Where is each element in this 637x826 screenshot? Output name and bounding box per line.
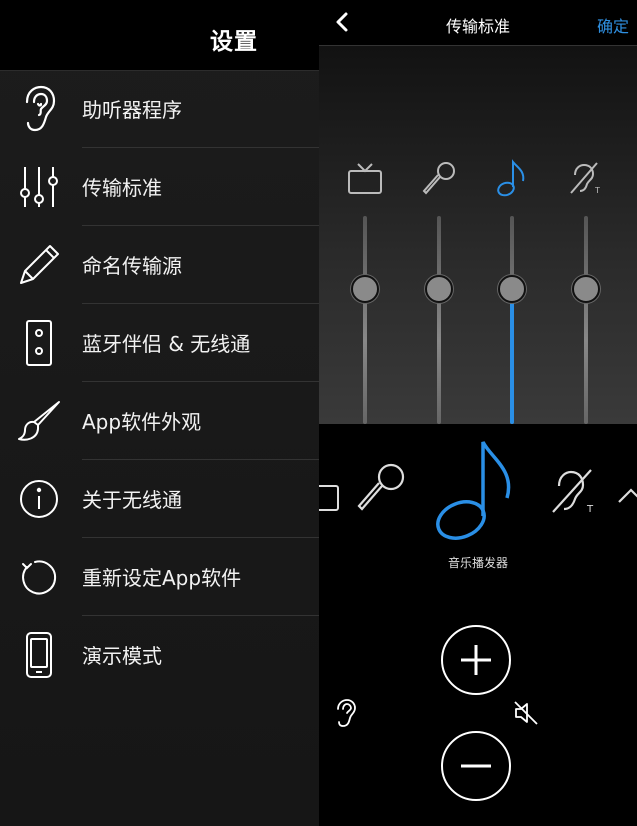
transmission-header: 传输标准 确定 bbox=[319, 0, 637, 46]
volume-down-button[interactable] bbox=[441, 731, 511, 801]
transmission-title: 传输标准 bbox=[445, 17, 510, 36]
ear-icon[interactable] bbox=[331, 698, 361, 728]
microphone-icon[interactable] bbox=[355, 462, 407, 514]
confirm-button[interactable]: 确定 bbox=[597, 13, 629, 37]
reset-icon bbox=[14, 550, 64, 604]
settings-title: 设置 bbox=[210, 29, 258, 55]
slider-track-hearing-loop bbox=[584, 216, 588, 424]
ear-icon bbox=[14, 82, 64, 136]
menu-item-label: 重新设定App软件 bbox=[82, 566, 242, 590]
hearing-loop-icon[interactable]: T bbox=[566, 158, 606, 198]
plus-icon bbox=[461, 645, 491, 675]
microphone-icon[interactable] bbox=[419, 158, 459, 198]
transmission-panel: 传输标准 确定 T bbox=[319, 0, 637, 424]
slider-knob-tv[interactable] bbox=[351, 275, 379, 303]
music-note-icon[interactable] bbox=[431, 436, 523, 546]
selected-source-label: 音乐播发器 bbox=[447, 556, 508, 570]
source-panel: T 音乐播发器 bbox=[319, 424, 637, 826]
slider-knob-music[interactable] bbox=[498, 275, 526, 303]
phone-icon bbox=[14, 628, 64, 682]
tv-icon[interactable] bbox=[319, 476, 345, 516]
slider-knob-microphone[interactable] bbox=[425, 275, 453, 303]
menu-item-hearing-aid-program[interactable]: 助听器程序 bbox=[0, 70, 319, 148]
menu-item-label: 蓝牙伴侣 & 无线通 bbox=[82, 332, 251, 356]
slider-track-tv bbox=[363, 216, 367, 424]
mixer-area: T bbox=[319, 46, 637, 424]
menu-item-label: App软件外观 bbox=[82, 410, 202, 434]
settings-panel: 设置 助听器程序 传输标准 命名传输源 蓝牙伴侣 & 无线通 App软件外观 关… bbox=[0, 0, 319, 826]
menu-item-name-source[interactable]: 命名传输源 bbox=[0, 226, 319, 304]
chevron-right-icon[interactable] bbox=[613, 474, 637, 514]
menu-item-label: 演示模式 bbox=[82, 644, 162, 668]
volume-up-button[interactable] bbox=[441, 625, 511, 695]
sliders-icon bbox=[14, 160, 64, 214]
svg-text:T: T bbox=[586, 504, 594, 515]
hearing-loop-icon[interactable]: T bbox=[547, 464, 599, 516]
svg-text:T: T bbox=[594, 186, 600, 195]
menu-item-label: 传输标准 bbox=[82, 176, 162, 200]
music-note-icon[interactable] bbox=[492, 158, 532, 198]
menu-item-label: 关于无线通 bbox=[82, 488, 182, 512]
menu-item-app-appearance[interactable]: App软件外观 bbox=[0, 382, 319, 460]
menu-item-label: 助听器程序 bbox=[82, 98, 182, 122]
menu-item-demo-mode[interactable]: 演示模式 bbox=[0, 616, 319, 694]
info-icon bbox=[14, 472, 64, 526]
tv-icon[interactable] bbox=[345, 158, 385, 198]
menu-item-reset-app[interactable]: 重新设定App软件 bbox=[0, 538, 319, 616]
menu-item-about[interactable]: 关于无线通 bbox=[0, 460, 319, 538]
speaker-mute-icon[interactable] bbox=[511, 698, 541, 728]
menu-item-transmission-standard[interactable]: 传输标准 bbox=[0, 148, 319, 226]
slider-fill-music bbox=[510, 289, 514, 424]
remote-device-icon bbox=[14, 316, 64, 370]
slider-knob-hearing-loop[interactable] bbox=[572, 275, 600, 303]
menu-item-bluetooth-companion[interactable]: 蓝牙伴侣 & 无线通 bbox=[0, 304, 319, 382]
settings-header: 设置 bbox=[0, 0, 319, 71]
slider-track-microphone bbox=[437, 216, 441, 424]
minus-icon bbox=[461, 764, 491, 768]
pencil-icon bbox=[14, 238, 64, 292]
paintbrush-icon bbox=[14, 394, 64, 448]
menu-item-label: 命名传输源 bbox=[82, 254, 182, 278]
